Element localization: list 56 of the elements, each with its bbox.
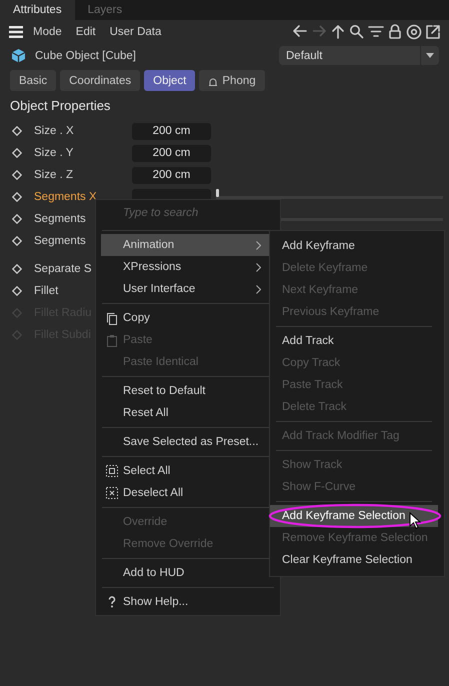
menu-item[interactable]: Add Track xyxy=(270,330,438,352)
tab[interactable]: Phong xyxy=(199,70,265,91)
property-label: Segments xyxy=(34,235,86,247)
search-icon[interactable] xyxy=(349,24,365,40)
property-label: Size . X xyxy=(34,125,74,137)
property-label: Segments xyxy=(34,213,86,225)
section-heading: Object Properties xyxy=(9,97,112,115)
deselect-all-icon xyxy=(106,486,118,500)
chevron-right-icon xyxy=(256,284,261,294)
menu-item[interactable]: Deselect All xyxy=(101,482,269,504)
copy-icon xyxy=(106,312,118,324)
chevron-right-icon xyxy=(256,240,261,250)
menu-item[interactable]: Clear Keyframe Selection xyxy=(270,549,438,571)
tab[interactable]: Coordinates xyxy=(60,70,140,91)
menu-item[interactable]: Animation xyxy=(101,234,269,256)
menu-item[interactable]: Add Keyframe xyxy=(270,235,438,257)
target-icon[interactable] xyxy=(406,24,422,40)
filter-icon[interactable] xyxy=(368,24,384,40)
property-label: Size . Z xyxy=(34,169,73,181)
property-label: Separate S xyxy=(34,263,92,275)
menu-item[interactable]: User Interface xyxy=(101,278,269,300)
slider-thumb[interactable] xyxy=(216,189,219,197)
menu-item[interactable]: Reset All xyxy=(101,402,269,424)
up-arrow-icon[interactable] xyxy=(330,24,346,40)
cube-icon xyxy=(11,48,26,63)
menu-item[interactable]: User Data xyxy=(110,26,162,38)
property-label: Size . Y xyxy=(34,147,74,159)
select-all-icon xyxy=(106,464,118,478)
help-icon xyxy=(108,596,116,608)
lock-icon[interactable] xyxy=(387,24,403,40)
menu-item[interactable]: Edit xyxy=(76,26,96,38)
preset-dropdown[interactable]: Default xyxy=(279,46,439,65)
value-field[interactable]: 200 cm xyxy=(132,166,211,184)
menu-item[interactable]: Select All xyxy=(101,460,269,482)
value-field[interactable]: 200 cm xyxy=(132,144,211,162)
chevron-right-icon xyxy=(256,262,261,272)
object-title: Cube Object [Cube] xyxy=(35,50,138,62)
property-label: Fillet xyxy=(34,285,58,297)
menu-item[interactable]: XPressions xyxy=(101,256,269,278)
phong-icon xyxy=(208,76,218,86)
menu-item[interactable]: Reset to Default xyxy=(101,380,269,402)
caret-icon xyxy=(426,53,434,58)
tab[interactable]: Object xyxy=(144,70,196,91)
menu-item[interactable]: Copy xyxy=(101,307,269,329)
menu-item[interactable]: Save Selected as Preset... xyxy=(101,431,269,453)
menu-item[interactable]: Mode xyxy=(33,26,62,38)
cursor-icon xyxy=(409,512,421,530)
external-link-icon[interactable] xyxy=(425,24,441,40)
clipboard-icon xyxy=(106,334,118,346)
menu-icon[interactable] xyxy=(9,26,23,38)
value-field[interactable]: 200 cm xyxy=(132,122,211,140)
tab[interactable]: Basic xyxy=(10,70,56,91)
panel-tab[interactable]: Attributes xyxy=(0,0,75,20)
menu-item[interactable]: Show Help... xyxy=(101,591,269,613)
menu-item[interactable]: Add to HUD xyxy=(101,562,269,584)
back-arrow-icon[interactable] xyxy=(292,24,308,40)
